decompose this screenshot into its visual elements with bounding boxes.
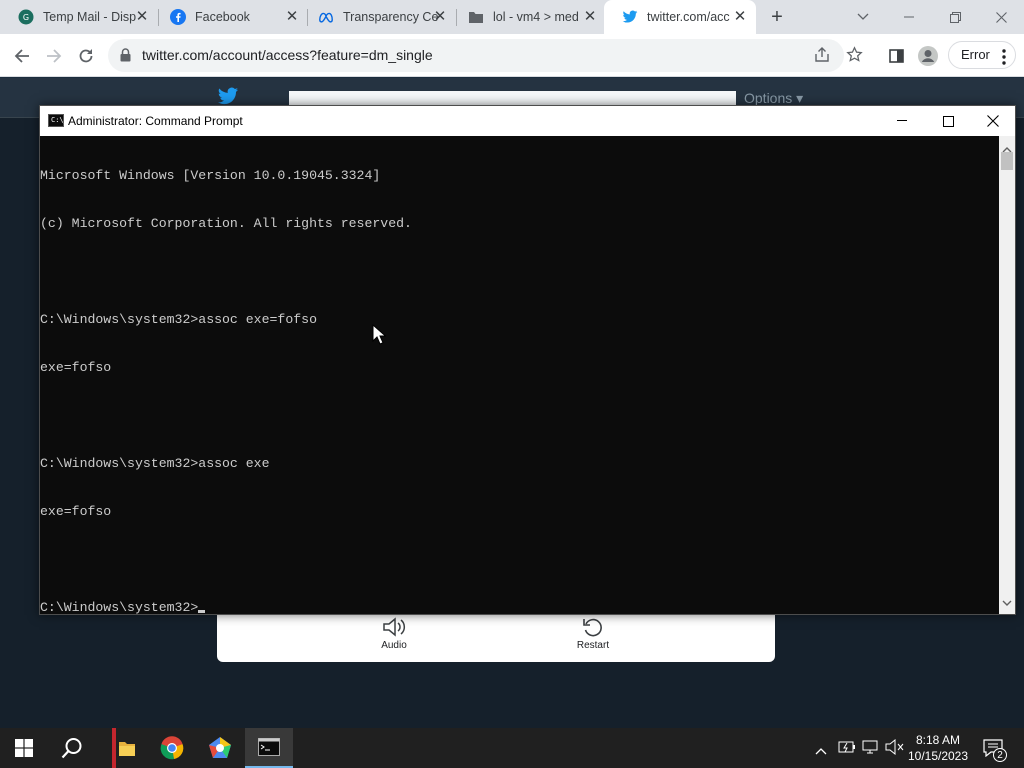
bookmark-star-icon[interactable] xyxy=(846,46,863,68)
clock-date: 10/15/2023 xyxy=(907,749,969,763)
windows-logo-icon xyxy=(15,739,33,757)
tab-title: twitter.com/acc xyxy=(647,10,730,24)
console-line: Microsoft Windows [Version 10.0.19045.33… xyxy=(40,168,381,183)
url-text[interactable]: twitter.com/account/access?feature=dm_si… xyxy=(142,47,433,63)
temp-mail-icon: G xyxy=(18,9,34,25)
tab-title: Temp Mail - Disp xyxy=(43,10,137,24)
tab-title: Transparency Ce xyxy=(343,10,439,24)
profile-avatar-icon[interactable] xyxy=(914,42,942,70)
browser-restore-button[interactable] xyxy=(932,0,978,34)
command-prompt-window[interactable]: C:\_ Administrator: Command Prompt Micro… xyxy=(39,105,1016,615)
search-icon xyxy=(61,738,82,759)
share-icon[interactable] xyxy=(814,47,830,68)
search-button[interactable] xyxy=(48,728,96,768)
console-prompt: C:\Windows\system32> xyxy=(40,600,199,615)
console-scrollbar[interactable] xyxy=(999,136,1015,614)
browser-close-button[interactable] xyxy=(978,0,1024,34)
cmd-close-button[interactable] xyxy=(970,106,1016,136)
start-button[interactable] xyxy=(0,728,48,768)
command-prompt-taskbar-button[interactable] xyxy=(245,728,293,768)
tab-temp-mail[interactable]: G Temp Mail - Disp ✕ xyxy=(0,0,158,34)
side-panel-icon[interactable] xyxy=(882,42,910,70)
lock-icon[interactable] xyxy=(120,48,131,67)
tab-title: lol - vm4 > med xyxy=(493,10,579,24)
svg-text:G: G xyxy=(23,13,29,22)
console-line: exe=fofso xyxy=(40,360,112,375)
tab-transparency[interactable]: Transparency Ce ✕ xyxy=(300,0,456,34)
console-line: (c) Microsoft Corporation. All rights re… xyxy=(40,216,412,231)
battery-saver-icon[interactable] xyxy=(838,739,856,760)
windows-taskbar: 8:18 AM 10/15/2023 2 xyxy=(0,728,1024,768)
tab-close-icon[interactable]: ✕ xyxy=(432,9,448,25)
console-line: exe=fofso xyxy=(40,504,112,519)
forward-button[interactable] xyxy=(40,42,68,70)
text-cursor xyxy=(198,610,206,613)
cmd-minimize-button[interactable] xyxy=(879,106,925,136)
address-bar[interactable]: twitter.com/account/access?feature=dm_si… xyxy=(108,39,863,72)
tab-close-icon[interactable]: ✕ xyxy=(582,9,598,25)
cmd-icon xyxy=(258,738,280,756)
clock-time: 8:18 AM xyxy=(915,733,961,747)
show-hidden-icons-chevron-icon[interactable] xyxy=(815,742,827,760)
tab-title: Facebook xyxy=(195,10,250,24)
network-icon[interactable] xyxy=(862,739,880,760)
reload-button[interactable] xyxy=(72,42,100,70)
error-menu-button[interactable]: Error xyxy=(948,41,1016,69)
tab-search-icon[interactable] xyxy=(840,0,886,34)
cmd-app-icon: C:\_ xyxy=(48,114,68,127)
console-prompt-line[interactable]: C:\Windows\system32> xyxy=(40,600,998,616)
scroll-down-arrow-icon[interactable] xyxy=(1002,593,1012,611)
browser-minimize-button[interactable] xyxy=(886,0,932,34)
mouse-pointer-icon xyxy=(372,324,386,345)
folder-icon xyxy=(468,9,484,25)
console-output[interactable]: Microsoft Windows [Version 10.0.19045.33… xyxy=(40,136,998,616)
more-vert-icon xyxy=(1002,48,1006,74)
tab-twitter[interactable]: twitter.com/acc ✕ xyxy=(604,0,756,34)
back-button[interactable] xyxy=(8,42,36,70)
meta-icon xyxy=(318,9,334,25)
cmd-title-bar[interactable]: C:\_ Administrator: Command Prompt xyxy=(40,106,1015,136)
twitter-icon xyxy=(622,9,638,25)
chrome-button[interactable] xyxy=(148,728,196,768)
notification-count-badge: 2 xyxy=(993,748,1007,762)
chrome-icon xyxy=(160,736,184,760)
facebook-icon xyxy=(170,9,186,25)
file-explorer-button[interactable] xyxy=(98,728,146,768)
tab-close-icon[interactable]: ✕ xyxy=(284,9,300,25)
browser-toolbar: twitter.com/account/access?feature=dm_si… xyxy=(0,34,1024,77)
window-title: Administrator: Command Prompt xyxy=(68,114,243,128)
browser-tab-strip: G Temp Mail - Disp ✕ Facebook ✕ Transpar… xyxy=(0,0,1024,34)
error-label: Error xyxy=(961,47,990,62)
tab-facebook[interactable]: Facebook ✕ xyxy=(152,0,308,34)
new-tab-button[interactable]: + xyxy=(766,6,788,28)
console-line: C:\Windows\system32>assoc exe xyxy=(40,456,270,471)
scrollbar-thumb[interactable] xyxy=(1001,152,1013,170)
cmd-maximize-button[interactable] xyxy=(925,106,971,136)
file-explorer-icon xyxy=(112,728,135,768)
colorful-pentagon-icon xyxy=(209,737,231,758)
app-pentagon-button[interactable] xyxy=(196,728,244,768)
twitter-search-box[interactable] xyxy=(289,91,736,105)
tab-close-icon[interactable]: ✕ xyxy=(732,9,748,25)
tab-lol-vm4[interactable]: lol - vm4 > med ✕ xyxy=(450,0,606,34)
console-line: C:\Windows\system32>assoc exe=fofso xyxy=(40,312,317,327)
volume-muted-icon[interactable] xyxy=(885,738,905,760)
tab-close-icon[interactable]: ✕ xyxy=(134,9,150,25)
system-clock[interactable]: 8:18 AM 10/15/2023 xyxy=(906,732,970,764)
